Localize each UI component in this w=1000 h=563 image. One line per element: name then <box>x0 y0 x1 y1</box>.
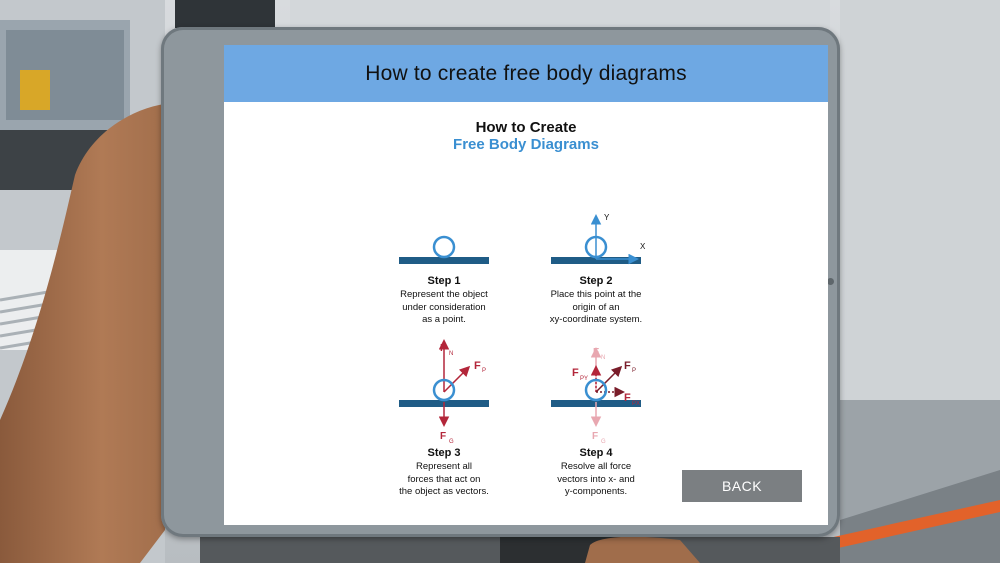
tablet-screen: How to create free body diagrams How to … <box>224 45 828 525</box>
step1-line2: under consideration <box>402 301 486 313</box>
step4-title: Step 4 <box>579 447 613 459</box>
step3-diagram: F N F P F G <box>399 339 489 445</box>
force-normal-sub: N <box>449 351 453 357</box>
force-normal-faded-label: F <box>593 347 599 358</box>
force-pull-x-label: F <box>624 392 631 404</box>
force-pull-sub: P <box>482 368 486 374</box>
step2-line1: Place this point at the <box>550 289 642 300</box>
step4-line2: vectors into x- and <box>557 473 635 485</box>
step1-title: Step 1 <box>427 275 461 287</box>
force-gravity-label: F <box>440 431 446 442</box>
step4-line3: y-components. <box>564 486 628 497</box>
step2-diagram: Y X <box>551 213 646 265</box>
force-pull-label: F <box>474 360 481 372</box>
step4-line1: Resolve all force <box>560 461 632 472</box>
tablet-home-button <box>827 278 834 285</box>
step4-text: Step 4 Resolve all force vectors into x-… <box>521 447 671 499</box>
free-body-infographic: How to Create Free Body Diagrams Y X F N… <box>224 102 828 525</box>
x-axis-label: X <box>640 242 646 251</box>
step2-line3: xy-coordinate system. <box>549 314 643 325</box>
force-gravity-sub: G <box>449 439 454 445</box>
step1-line3: as a point. <box>422 314 466 325</box>
y-axis-label: Y <box>604 213 610 222</box>
step1-diagram <box>399 235 489 264</box>
force-pull-y-sub: PY <box>580 376 588 382</box>
step1-text: Step 1 Represent the object under consid… <box>369 275 519 327</box>
page-title: How to create free body diagrams <box>365 61 687 85</box>
step3-line2: forces that act on <box>407 473 481 485</box>
force-pull-sub-4: P <box>632 368 636 374</box>
force-pull-label-4: F <box>624 360 631 372</box>
header-bar: How to create free body diagrams <box>224 45 828 102</box>
step2-title: Step 2 <box>579 275 613 287</box>
step1-line1: Represent the object <box>400 289 488 300</box>
step3-line3: the object as vectors. <box>399 486 489 497</box>
step2-text: Step 2 Place this point at the origin of… <box>521 275 671 327</box>
step3-text: Step 3 Represent all forces that act on … <box>369 447 519 499</box>
force-pull-y-label: F <box>572 367 579 379</box>
force-normal-faded-sub: N <box>601 355 605 361</box>
force-gravity-faded-label: F <box>592 431 598 442</box>
force-gravity-faded-sub: G <box>601 439 606 445</box>
step3-line1: Represent all <box>416 461 472 472</box>
step4-diagram: F N F PY F P F PX F G <box>551 347 641 445</box>
force-pull-x-sub: PX <box>632 401 640 407</box>
step3-title: Step 3 <box>427 447 461 459</box>
force-normal-label: F <box>440 343 446 354</box>
step2-line2: origin of an <box>572 301 620 313</box>
back-button[interactable]: BACK <box>682 470 802 502</box>
